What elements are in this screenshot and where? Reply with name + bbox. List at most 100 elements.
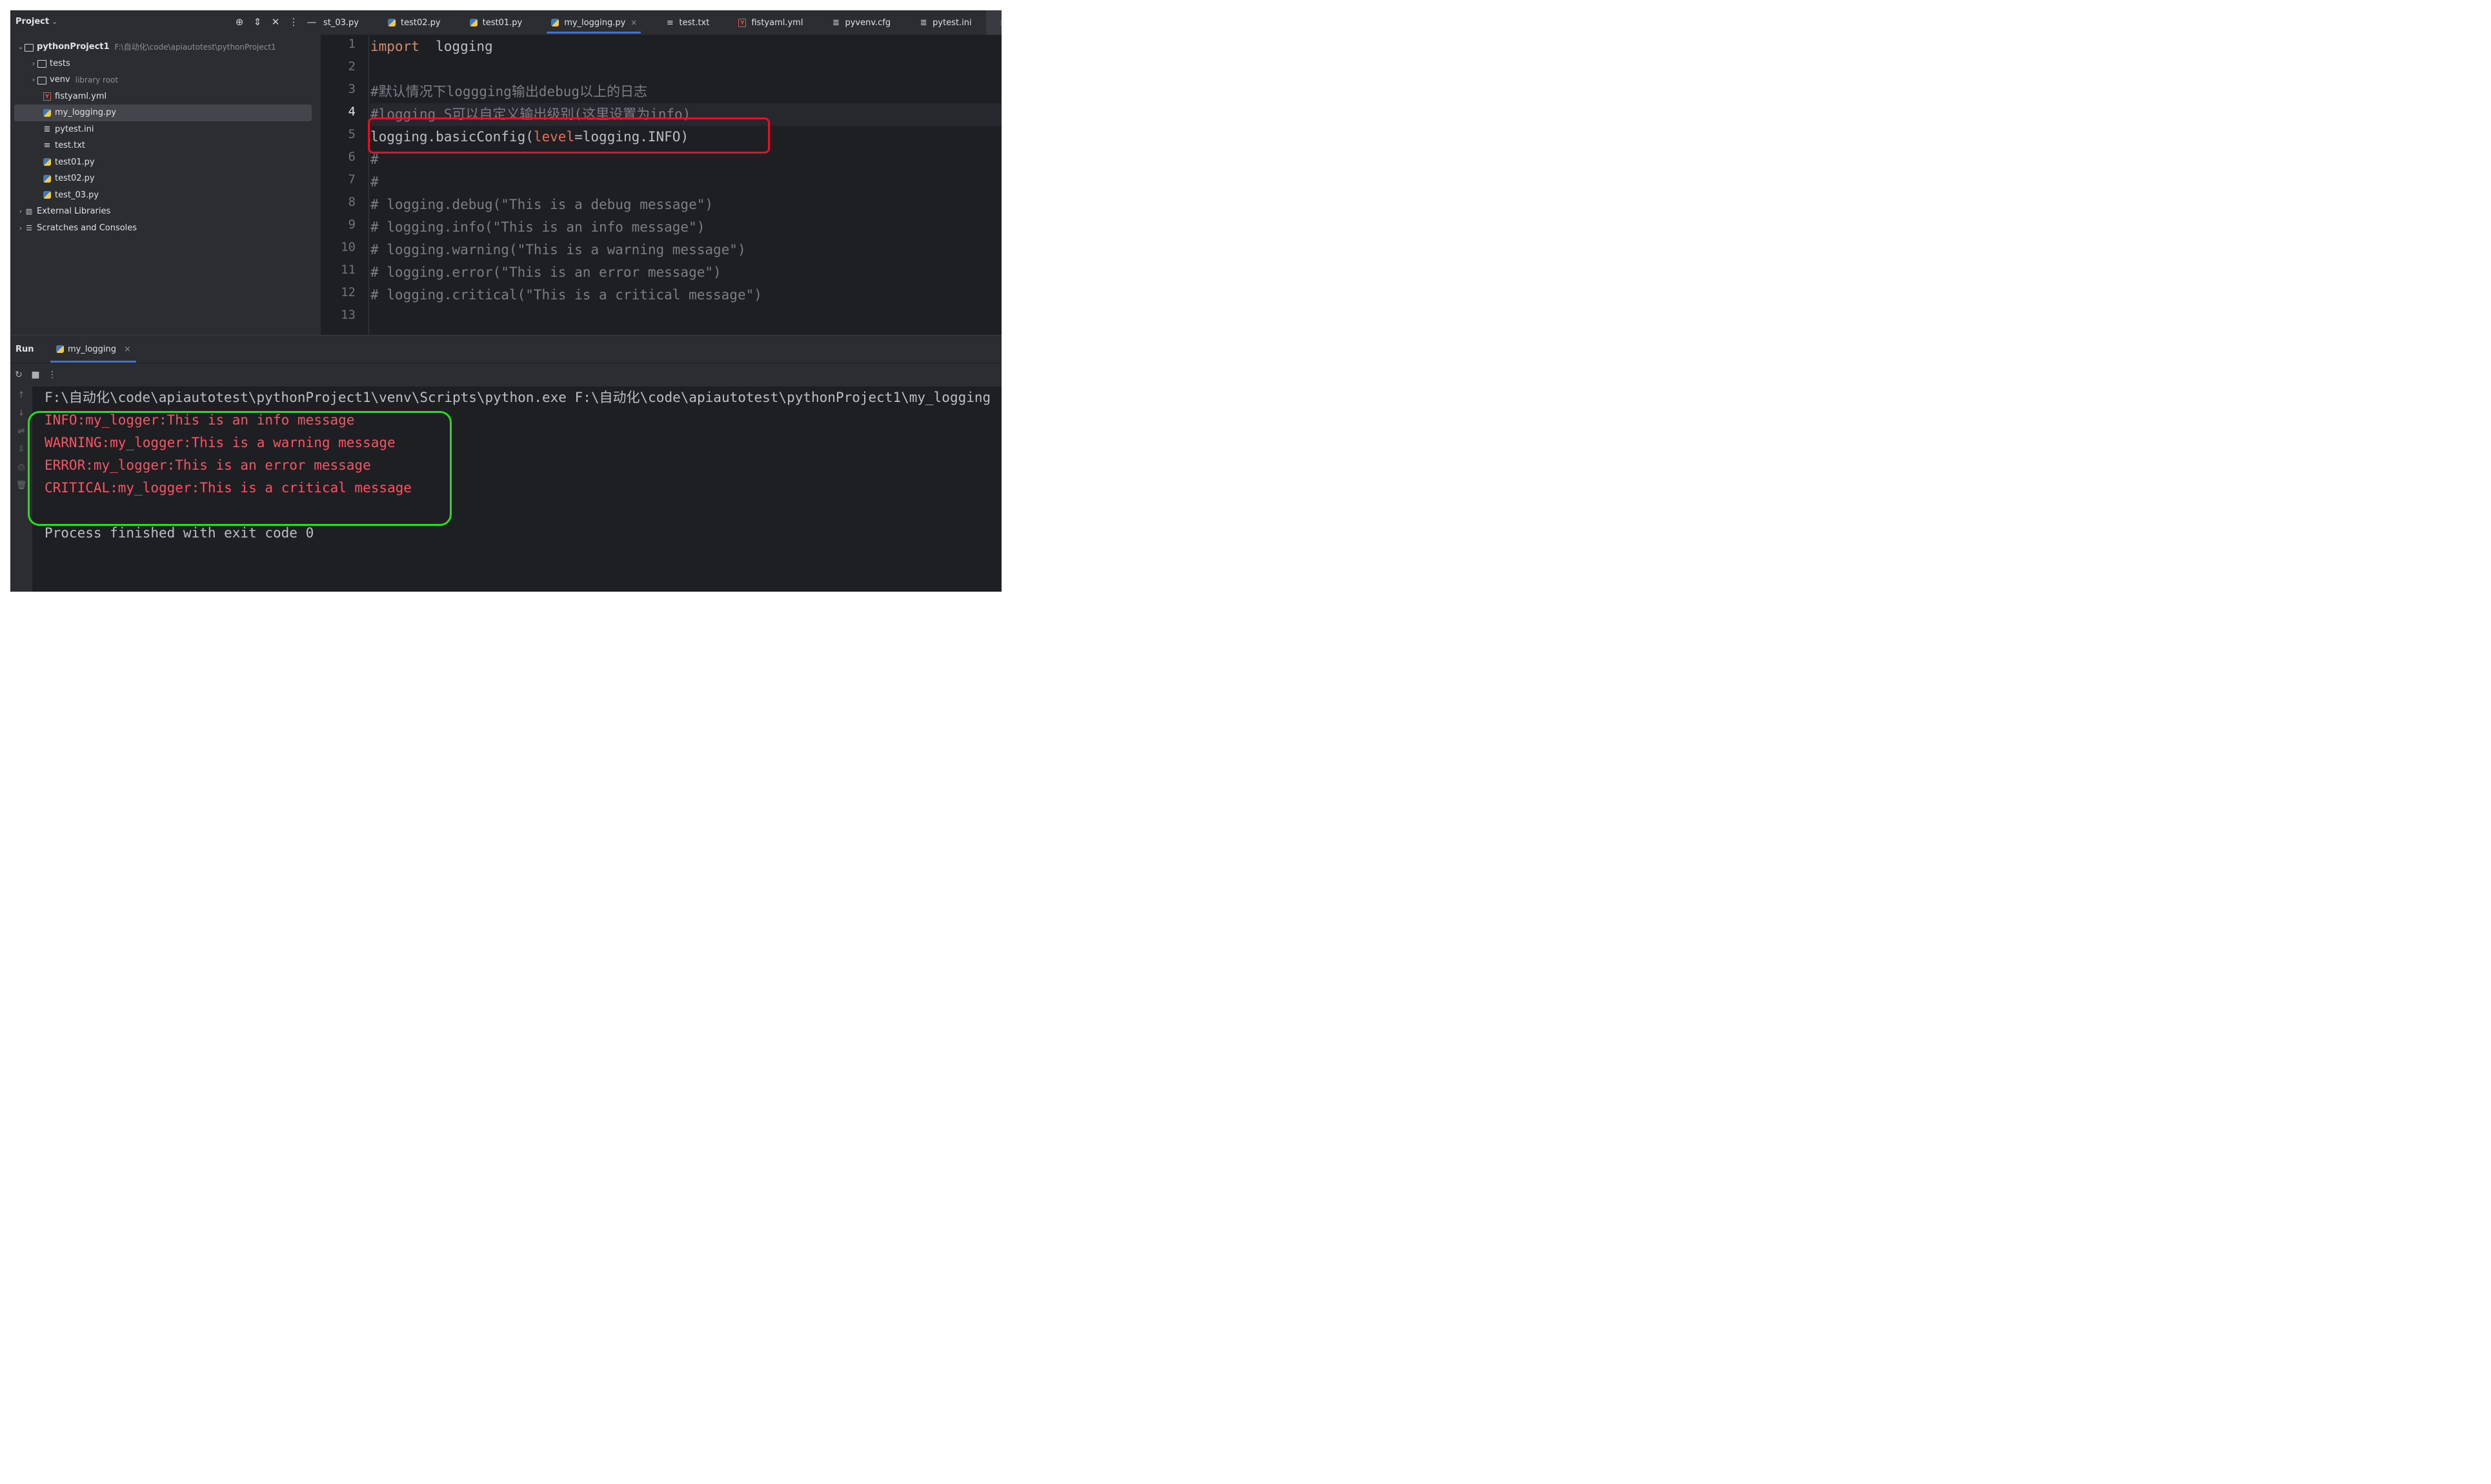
tree-item-pythonproject1[interactable]: ⌄ pythonProject1 F:\自动化\code\apiautotest… (10, 39, 321, 55)
collapse-icon[interactable]: ✕ (267, 14, 285, 30)
chevron-down-icon[interactable]: ⌄ (17, 43, 25, 51)
line-number: 2 (348, 59, 356, 74)
tab-label: pyvenv.cfg (845, 17, 891, 28)
tab-test01[interactable]: test01.py (455, 10, 537, 35)
line-number: 3 (348, 82, 356, 96)
yaml-file-icon: Y (43, 92, 52, 101)
tree-item-test02[interactable]: test02.py (10, 170, 321, 187)
line-number: 5 (348, 127, 356, 141)
tree-item-label: test_03.py (55, 190, 99, 200)
tab-label: test01.py (482, 17, 523, 28)
python-file-icon (1000, 18, 1002, 27)
yaml-file-icon: Y (738, 18, 747, 27)
config-file-icon: ≣ (832, 17, 840, 28)
tab-test02[interactable]: test02.py (373, 10, 455, 35)
line-number: 13 (341, 308, 356, 322)
code-area[interactable]: import logging #默认情况下loggging输出debug以上的日… (370, 35, 1002, 335)
folder-icon (25, 43, 34, 52)
project-tree: ⌄ pythonProject1 F:\自动化\code\apiautotest… (10, 39, 321, 236)
code-line: # logging.debug("This is a debug message… (370, 197, 714, 212)
tab-label: fistyaml.yml (751, 17, 803, 28)
folder-icon (37, 75, 46, 85)
tree-item-label: fistyaml.yml (55, 91, 107, 101)
tree-item-scratches[interactable]: › ☰ Scratches and Consoles (10, 220, 321, 237)
tree-item-label: Scratches and Consoles (37, 223, 137, 233)
tab-label: st_03.py (323, 17, 359, 28)
more-icon[interactable]: ⋮ (44, 370, 61, 380)
chevron-down-icon[interactable]: ⌄ (52, 17, 57, 26)
tab-test-txt[interactable]: ≡ test.txt (651, 10, 723, 35)
tree-item-path: F:\自动化\code\apiautotest\pythonProject1 (114, 43, 276, 52)
rerun-icon[interactable]: ↻ (10, 370, 27, 380)
tree-item-pytest-ini[interactable]: ≣ pytest.ini (10, 121, 321, 138)
text-file-icon: ≡ (666, 17, 674, 28)
python-file-icon (43, 190, 52, 199)
project-title-label: Project (15, 17, 50, 26)
tree-item-label: test.txt (55, 141, 85, 151)
tree-item-venv[interactable]: › venv library root (10, 72, 321, 88)
tree-item-label: test01.py (55, 157, 95, 167)
tree-item-tests[interactable]: › tests (10, 55, 321, 72)
line-number: 4 (348, 105, 356, 119)
tree-item-external-libraries[interactable]: › ▥ External Libraries (10, 203, 321, 220)
tab-label: test.txt (679, 17, 710, 28)
tree-item-test-txt[interactable]: ≡ test.txt (10, 137, 321, 154)
project-panel-title[interactable]: Project ⌄ (15, 17, 57, 26)
up-arrow-icon[interactable]: ↑ (10, 386, 32, 405)
chevron-right-icon[interactable]: › (17, 224, 25, 232)
tab-pytest-ini[interactable]: ≣ pytest.ini (905, 10, 986, 35)
green-highlight-box (28, 411, 452, 526)
tab-pyvenv-cfg[interactable]: ≣ pyvenv.cfg (817, 10, 905, 35)
python-file-icon (43, 157, 52, 166)
tree-item-test01[interactable]: test01.py (10, 154, 321, 171)
ide-window: Project ⌄ ⊕ ⇕ ✕ ⋮ — ⌄ pythonProject1 F:\自… (10, 10, 1002, 592)
close-icon[interactable]: × (630, 18, 637, 27)
project-panel: Project ⌄ ⊕ ⇕ ✕ ⋮ — ⌄ pythonProject1 F:\自… (10, 10, 321, 335)
tab-fistyaml[interactable]: Y fistyaml.yml (723, 10, 817, 35)
chevron-right-icon[interactable]: › (17, 207, 25, 216)
ini-file-icon: ≣ (43, 124, 51, 134)
scratches-icon: ☰ (26, 223, 32, 232)
line-number: 6 (348, 150, 356, 164)
run-panel-header: Run my_logging × (10, 336, 1002, 363)
tree-item-test-03[interactable]: test_03.py (10, 187, 321, 204)
run-toolbar: ↻ ■ ⋮ (10, 363, 1002, 386)
project-panel-header: Project ⌄ ⊕ ⇕ ✕ ⋮ — (10, 10, 321, 34)
chevron-right-icon[interactable]: › (30, 59, 37, 68)
editor-tabs: st_03.py test02.py test01.py my_logging.… (321, 10, 1002, 35)
tab-bu[interactable]: bu (985, 10, 1002, 35)
crosshair-icon[interactable]: ⊕ (230, 14, 248, 30)
python-file-icon (550, 18, 560, 27)
red-highlight-box (368, 117, 770, 154)
expand-icon[interactable]: ⇕ (248, 14, 267, 30)
stop-icon[interactable]: ■ (27, 370, 44, 380)
tab-label: test02.py (401, 17, 441, 28)
tree-item-fistyaml[interactable]: Y fistyaml.yml (10, 88, 321, 105)
tree-item-my-logging[interactable]: my_logging.py (14, 105, 312, 121)
close-icon[interactable]: × (124, 345, 131, 354)
text-file-icon: ≡ (43, 141, 51, 151)
code-editor[interactable]: 1 2 3 4 5 6 7 8 9 10 11 12 13 import log… (321, 35, 1002, 335)
run-tab-my-logging[interactable]: my_logging × (50, 336, 136, 363)
line-number: 8 (348, 195, 356, 209)
tab-test-03[interactable]: st_03.py (321, 10, 373, 35)
ini-file-icon: ≣ (920, 17, 927, 28)
tree-item-label: test02.py (55, 174, 95, 184)
line-number: 1 (348, 37, 356, 51)
line-number: 10 (341, 240, 356, 254)
tree-item-label: External Libraries (37, 206, 111, 217)
line-number: 9 (348, 217, 356, 232)
minimize-icon[interactable]: — (303, 14, 321, 30)
code-line: # (370, 174, 379, 190)
library-icon: ▥ (25, 207, 33, 216)
tab-my-logging[interactable]: my_logging.py × (536, 10, 651, 35)
tree-item-label: pytest.ini (55, 124, 94, 134)
line-number: 11 (341, 263, 356, 277)
more-icon[interactable]: ⋮ (285, 14, 303, 30)
run-panel-title: Run (15, 345, 34, 354)
python-file-icon (469, 18, 478, 27)
line-number: 7 (348, 172, 356, 186)
code-line: # logging.warning("This is a warning mes… (370, 242, 746, 257)
code-line: import logging (370, 39, 493, 54)
chevron-right-icon[interactable]: › (30, 75, 37, 84)
